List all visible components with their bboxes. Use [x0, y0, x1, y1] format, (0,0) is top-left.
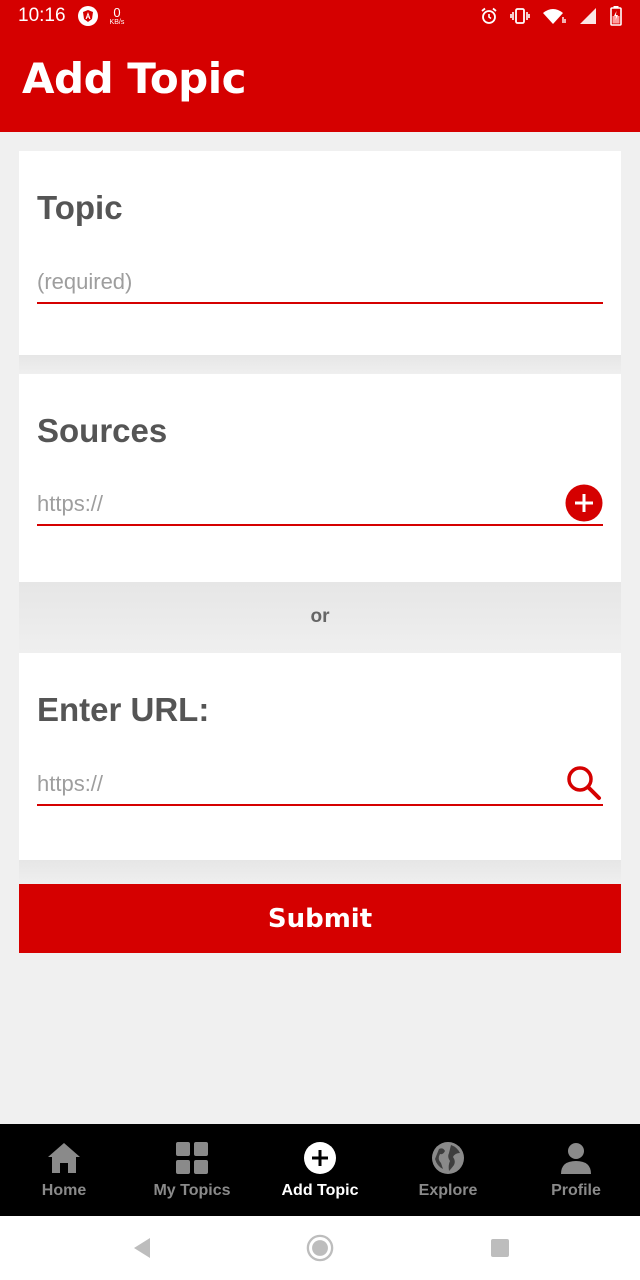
card-separator-2	[19, 860, 621, 884]
search-icon	[567, 766, 601, 800]
recents-square-icon	[491, 1239, 509, 1257]
nav-item-home[interactable]: Home	[0, 1124, 128, 1216]
wifi-icon	[542, 7, 566, 25]
nav-item-explore[interactable]: Explore	[384, 1124, 512, 1216]
nav-label-home: Home	[41, 1182, 87, 1199]
sources-field	[37, 484, 603, 526]
topic-card: Topic	[19, 151, 621, 355]
person-icon	[558, 1140, 594, 1176]
topic-input[interactable]	[37, 262, 603, 302]
network-speed-unit: KB/s	[109, 19, 125, 26]
battery-icon	[610, 6, 622, 26]
vibrate-icon	[510, 8, 530, 24]
add-circle-icon	[565, 484, 603, 522]
page-title: Add Topic	[22, 54, 247, 103]
back-button[interactable]	[128, 1234, 156, 1262]
topic-field	[37, 262, 603, 304]
card-separator	[19, 355, 621, 374]
alarm-icon	[480, 7, 498, 25]
bottom-nav: Home My Topics Add Topic Explore Profile	[0, 1124, 640, 1216]
sources-heading: Sources	[37, 412, 168, 449]
app-bar: Add Topic	[0, 32, 640, 132]
network-speed: 0 KB/s	[110, 6, 125, 26]
submit-button[interactable]: Submit	[19, 884, 621, 953]
system-navigation-bar	[0, 1216, 640, 1280]
status-left: 10:16 0 KB/s	[18, 5, 124, 27]
angular-icon	[77, 6, 98, 26]
url-input[interactable]	[37, 764, 557, 804]
status-bar: 10:16 0 KB/s	[0, 0, 640, 32]
nav-label-profile: Profile	[551, 1182, 601, 1199]
topic-heading: Topic	[37, 189, 123, 226]
status-right	[480, 6, 622, 26]
grid-icon	[174, 1140, 210, 1176]
url-field	[37, 764, 603, 806]
nav-item-my-topics[interactable]: My Topics	[128, 1124, 256, 1216]
nav-label-add-topic: Add Topic	[281, 1182, 359, 1199]
status-time: 10:16	[18, 5, 66, 26]
nav-item-profile[interactable]: Profile	[512, 1124, 640, 1216]
add-source-button[interactable]	[565, 484, 603, 522]
home-system-button[interactable]	[306, 1234, 334, 1262]
back-triangle-icon	[134, 1238, 150, 1258]
signal-icon	[578, 8, 598, 24]
nav-label-explore: Explore	[418, 1182, 478, 1199]
url-card: Enter URL:	[19, 653, 621, 860]
sources-input[interactable]	[37, 484, 557, 524]
or-text: or	[310, 606, 330, 627]
globe-icon	[430, 1140, 466, 1176]
add-circle-icon	[302, 1140, 338, 1176]
recents-button[interactable]	[486, 1234, 514, 1262]
url-heading: Enter URL:	[37, 691, 210, 728]
home-circle-icon	[306, 1234, 334, 1262]
home-icon	[46, 1140, 82, 1176]
nav-item-add-topic[interactable]: Add Topic	[256, 1124, 384, 1216]
sources-card: Sources	[19, 374, 621, 582]
nav-label-my-topics: My Topics	[153, 1182, 231, 1199]
network-speed-value: 0	[113, 5, 121, 20]
search-url-button[interactable]	[565, 764, 603, 802]
